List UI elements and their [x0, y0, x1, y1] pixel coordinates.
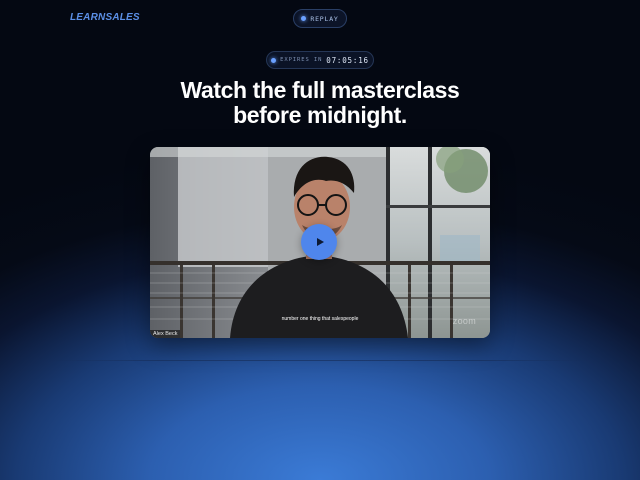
page-headline: Watch the full masterclass before midnig…	[120, 78, 520, 128]
countdown-label: EXPIRES IN	[280, 57, 323, 63]
countdown-time: 07:05:16	[326, 55, 369, 65]
countdown-badge: EXPIRES IN 07:05:16	[266, 51, 374, 69]
countdown-dot-icon	[271, 57, 277, 63]
section-divider	[50, 360, 590, 361]
video-player[interactable]: number one thing that salespeople zoom A…	[150, 147, 490, 338]
video-caption: number one thing that salespeople	[281, 316, 359, 322]
headline-line-2: before midnight.	[233, 102, 407, 128]
play-button[interactable]	[301, 224, 337, 260]
zoom-watermark: zoom	[452, 316, 476, 326]
replay-label: REPLAY	[310, 14, 339, 23]
replay-dot-icon	[301, 16, 307, 21]
speaker-name-tag: Alex Beck	[150, 330, 181, 338]
play-icon	[316, 238, 324, 246]
headline-line-1: Watch the full masterclass	[180, 77, 460, 103]
replay-button[interactable]: REPLAY	[293, 9, 347, 28]
brand-logo[interactable]: LEARNSALES	[70, 12, 140, 23]
